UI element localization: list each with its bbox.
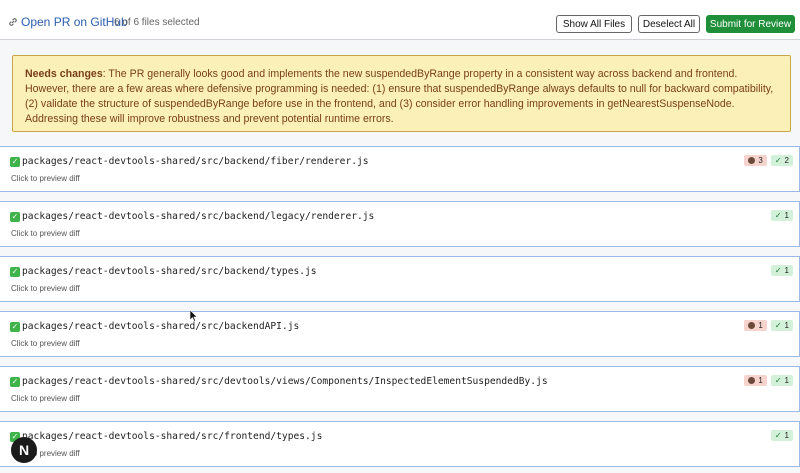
- file-badges: ✓ 1: [770, 430, 793, 441]
- checkmark-icon: ✓: [774, 321, 782, 330]
- file-badges: 1 ✓ 1: [744, 375, 793, 386]
- file-badges: 3 ✓ 2: [744, 155, 793, 166]
- pass-count-badge: ✓ 1: [770, 375, 793, 386]
- file-row[interactable]: ✓ packages/react-devtools-shared/src/back…: [0, 201, 800, 247]
- pass-count-badge: ✓ 1: [770, 430, 793, 441]
- file-row[interactable]: ✓ packages/react-devtools-shared/src/fron…: [0, 421, 800, 467]
- review-status: Needs changes: [25, 68, 103, 80]
- bug-count-badge: 1: [744, 320, 767, 331]
- bug-icon: [748, 322, 756, 329]
- top-bar: Open PR on GitHub 6 of 6 files selected …: [0, 0, 800, 40]
- preview-diff-hint: Click to preview diff: [11, 229, 80, 238]
- bug-count: 1: [758, 376, 763, 385]
- mouse-cursor-icon: [190, 310, 198, 322]
- file-badges: ✓ 1: [770, 210, 793, 221]
- file-path: packages/react-devtools-shared/src/devto…: [22, 376, 548, 387]
- pass-count-badge: ✓ 2: [770, 155, 793, 166]
- checkbox-checked-icon[interactable]: ✓: [10, 267, 20, 277]
- checkmark-icon: ✓: [774, 156, 782, 165]
- floating-action-button[interactable]: N: [11, 437, 37, 463]
- bug-count-badge: 3: [744, 155, 767, 166]
- selection-status: 6 of 6 files selected: [114, 17, 200, 28]
- file-path: packages/react-devtools-shared/src/backe…: [22, 211, 375, 222]
- bug-icon: [748, 157, 756, 164]
- file-path: packages/react-devtools-shared/src/backe…: [22, 266, 317, 277]
- open-pr-link[interactable]: Open PR on GitHub: [8, 15, 128, 29]
- checkmark-icon: ✓: [774, 376, 782, 385]
- review-message: : The PR generally looks good and implem…: [25, 68, 774, 125]
- pass-count: 1: [784, 266, 789, 275]
- pass-count: 2: [784, 156, 789, 165]
- checkmark-icon: ✓: [774, 211, 782, 220]
- file-badges: 1 ✓ 1: [744, 320, 793, 331]
- pass-count-badge: ✓ 1: [770, 320, 793, 331]
- pass-count-badge: ✓ 1: [770, 210, 793, 221]
- preview-diff-hint: Click to preview diff: [11, 174, 80, 183]
- file-row[interactable]: ✓ packages/react-devtools-shared/src/back…: [0, 146, 800, 192]
- submit-for-review-button[interactable]: Submit for Review: [706, 15, 795, 33]
- bug-icon: [748, 377, 756, 384]
- open-pr-label[interactable]: Open PR on GitHub: [21, 15, 128, 29]
- link-icon: [9, 18, 17, 26]
- bug-count: 3: [758, 156, 763, 165]
- file-row[interactable]: ✓ packages/react-devtools-shared/src/back…: [0, 256, 800, 302]
- bug-count: 1: [758, 321, 763, 330]
- deselect-all-button[interactable]: Deselect All: [638, 15, 700, 33]
- checkbox-checked-icon[interactable]: ✓: [10, 322, 20, 332]
- review-summary: Needs changes: The PR generally looks go…: [12, 55, 791, 132]
- file-path: packages/react-devtools-shared/src/backe…: [22, 156, 369, 167]
- file-row[interactable]: ✓ packages/react-devtools-shared/src/back…: [0, 311, 800, 357]
- file-path: packages/react-devtools-shared/src/backe…: [22, 321, 300, 332]
- preview-diff-hint: Click to preview diff: [11, 284, 80, 293]
- show-all-files-button[interactable]: Show All Files: [556, 15, 632, 33]
- checkmark-icon: ✓: [774, 431, 782, 440]
- checkbox-checked-icon[interactable]: ✓: [10, 212, 20, 222]
- pass-count-badge: ✓ 1: [770, 265, 793, 276]
- checkbox-checked-icon[interactable]: ✓: [10, 377, 20, 387]
- pass-count: 1: [784, 211, 789, 220]
- preview-diff-hint: Click to preview diff: [11, 339, 80, 348]
- file-badges: ✓ 1: [770, 265, 793, 276]
- pass-count: 1: [784, 376, 789, 385]
- pass-count: 1: [784, 431, 789, 440]
- pass-count: 1: [784, 321, 789, 330]
- checkbox-checked-icon[interactable]: ✓: [10, 157, 20, 167]
- bug-count-badge: 1: [744, 375, 767, 386]
- file-row[interactable]: ✓ packages/react-devtools-shared/src/devt…: [0, 366, 800, 412]
- file-path: packages/react-devtools-shared/src/front…: [22, 431, 323, 442]
- preview-diff-hint: Click to preview diff: [11, 394, 80, 403]
- checkmark-icon: ✓: [774, 266, 782, 275]
